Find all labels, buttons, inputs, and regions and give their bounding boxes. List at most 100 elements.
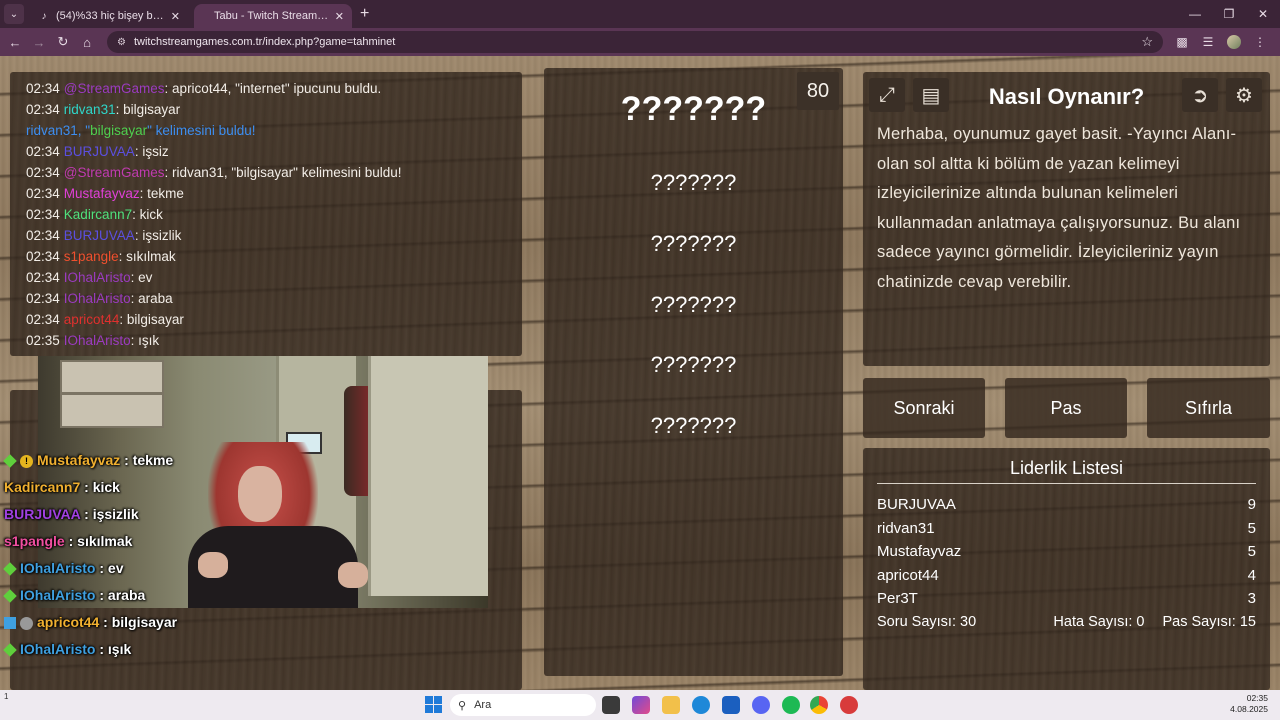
chat-timestamp: 02:34 [26,228,60,243]
overlay-text: sıkılmak [77,533,133,549]
chat-username[interactable]: Mustafayvaz [64,186,140,201]
new-tab-button[interactable]: + [360,5,369,23]
exit-icon[interactable]: ➲ [1182,78,1218,112]
player-name: BURJUVAA [877,496,956,513]
home-icon[interactable]: ⌂ [75,35,99,50]
taskbar-search[interactable]: ⚲ Ara [450,694,596,716]
store-icon[interactable] [722,696,740,714]
overlay-chat-message: IOhalAristo : araba [3,582,244,609]
extensions-icon[interactable]: ▩ [1169,35,1195,50]
reset-button[interactable]: Sıfırla [1147,378,1270,438]
chat-timestamp: 02:34 [26,186,60,201]
player-name: apricot44 [877,567,939,584]
restore-icon[interactable]: ❐ [1212,7,1246,21]
leaderboard-row: Per3T 3 [877,590,1256,614]
chat-username[interactable]: ridvan31 [64,102,116,117]
chat-username[interactable]: s1pangle [64,249,119,264]
media-icon[interactable]: ☰ [1195,35,1221,50]
chat-username[interactable]: apricot44 [64,312,120,327]
chat-system-text: " kelimesini buldu! [147,123,256,138]
overlay-username: Kadircann7 [4,479,81,495]
close-window-icon[interactable]: ✕ [1246,7,1280,21]
overlay-chat-message: s1pangle : sıkılmak [4,528,244,555]
player-score: 5 [1247,543,1256,560]
browser-nav-bar: ← → ↻ ⌂ ⚙ twitchstreamgames.com.tr/index… [0,28,1280,56]
close-icon[interactable]: ✕ [335,10,344,23]
chat-found-word: bilgisayar [90,123,148,138]
reload-icon[interactable]: ↻ [51,34,75,50]
next-button[interactable]: Sonraki [863,378,985,438]
chat-separator: : [130,291,139,306]
forward-icon[interactable]: → [27,35,51,50]
chat-timestamp: 02:34 [26,291,60,306]
tab-twitch-stream-games[interactable]: Tabu - Twitch Stream Games ✕ [194,4,352,28]
chat-username[interactable]: @StreamGames [64,81,165,96]
chat-username[interactable]: @StreamGames [64,165,165,180]
overlay-separator: : [64,533,78,549]
chat-timestamp: 02:34 [26,270,60,285]
copilot-icon[interactable] [632,696,650,714]
chat-username[interactable]: BURJUVAA [64,144,135,159]
question-count: Soru Sayısı: 30 [877,614,977,630]
chrome-icon[interactable] [810,696,828,714]
how-to-play-text: Merhaba, oyunumuz gayet basit. -Yayıncı … [877,125,1241,291]
taboo-word: ??????? [650,231,737,256]
chat-text: tekme [147,186,184,201]
leaderboard-row: ridvan31 5 [877,520,1256,544]
chat-message: 02:34 Mustafayvaz: tekme [26,183,522,204]
tab-title: (54)%33 hiç bişey bence @aley [56,10,165,22]
chat-log-panel[interactable]: 02:34 @StreamGames: apricot44, "internet"… [10,72,522,356]
chat-separator: : [139,186,148,201]
clock-date: 4.08.2025 [1230,704,1268,714]
chat-timestamp: 02:34 [26,81,60,96]
overlay-text: ev [107,560,124,576]
task-view-icon[interactable] [602,696,620,714]
chat-separator: : [119,312,127,327]
overlay-separator: : [95,641,108,657]
profile-avatar[interactable] [1221,35,1247,50]
player-score: 4 [1247,567,1256,584]
chat-text: bilgisayar [123,102,181,117]
overlay-text: araba [107,587,146,603]
overlay-chat-message: IOhalAristo : ev [3,555,244,582]
badge-icon [3,454,17,469]
site-info-icon[interactable]: ⚙ [117,37,126,48]
error-count: Hata Sayısı: 0 [1053,614,1145,630]
settings-icon[interactable]: ⚙ [1226,78,1262,112]
tab-tiktok[interactable]: ♪ (54)%33 hiç bişey bence @aley ✕ [30,4,188,28]
file-explorer-icon[interactable] [662,696,680,714]
chat-text: işsiz [142,144,169,159]
discord-icon[interactable] [752,696,770,714]
overlay-chat-message: IOhalAristo : ışık [3,636,244,663]
chat-message: 02:34 IOhalAristo: araba [26,288,522,309]
taboo-word: ??????? [650,170,737,195]
chat-username[interactable]: IOhalAristo [64,291,131,306]
minimize-icon[interactable]: — [1178,7,1212,21]
close-icon[interactable]: ✕ [171,10,180,23]
taboo-word: ??????? [650,352,737,377]
pass-button[interactable]: Pas [1005,378,1127,438]
overlay-username: Mustafayvaz [37,452,121,468]
overlay-username: IOhalAristo [20,587,96,603]
app-icon[interactable] [840,696,858,714]
chat-username[interactable]: IOhalAristo [64,333,131,348]
tab-search-dropdown[interactable]: ⌄ [4,4,24,24]
chat-text: bilgisayar [126,312,184,327]
word-card-panel: 80 ??????? ??????? ??????? ??????? ?????… [544,68,843,676]
back-icon[interactable]: ← [3,35,27,50]
overlay-separator: : [80,479,93,495]
chat-username[interactable]: Kadircann7 [64,207,132,222]
address-bar[interactable]: ⚙ twitchstreamgames.com.tr/index.php?gam… [107,31,1163,53]
taboo-word: ??????? [650,413,737,438]
windows-start-icon[interactable] [425,696,442,713]
chat-username[interactable]: BURJUVAA [64,228,135,243]
edge-icon[interactable] [692,696,710,714]
spotify-icon[interactable] [782,696,800,714]
taskbar-clock[interactable]: 02:35 4.08.2025 [1230,693,1268,715]
chat-message: 02:34 BURJUVAA: işsizlik [26,225,522,246]
overlay-separator: : [95,560,108,576]
bookmark-star-icon[interactable]: ☆ [1141,34,1153,50]
window-controls: — ❐ ✕ [1178,7,1280,21]
menu-icon[interactable]: ⋮ [1247,35,1273,50]
chat-username[interactable]: IOhalAristo [64,270,131,285]
